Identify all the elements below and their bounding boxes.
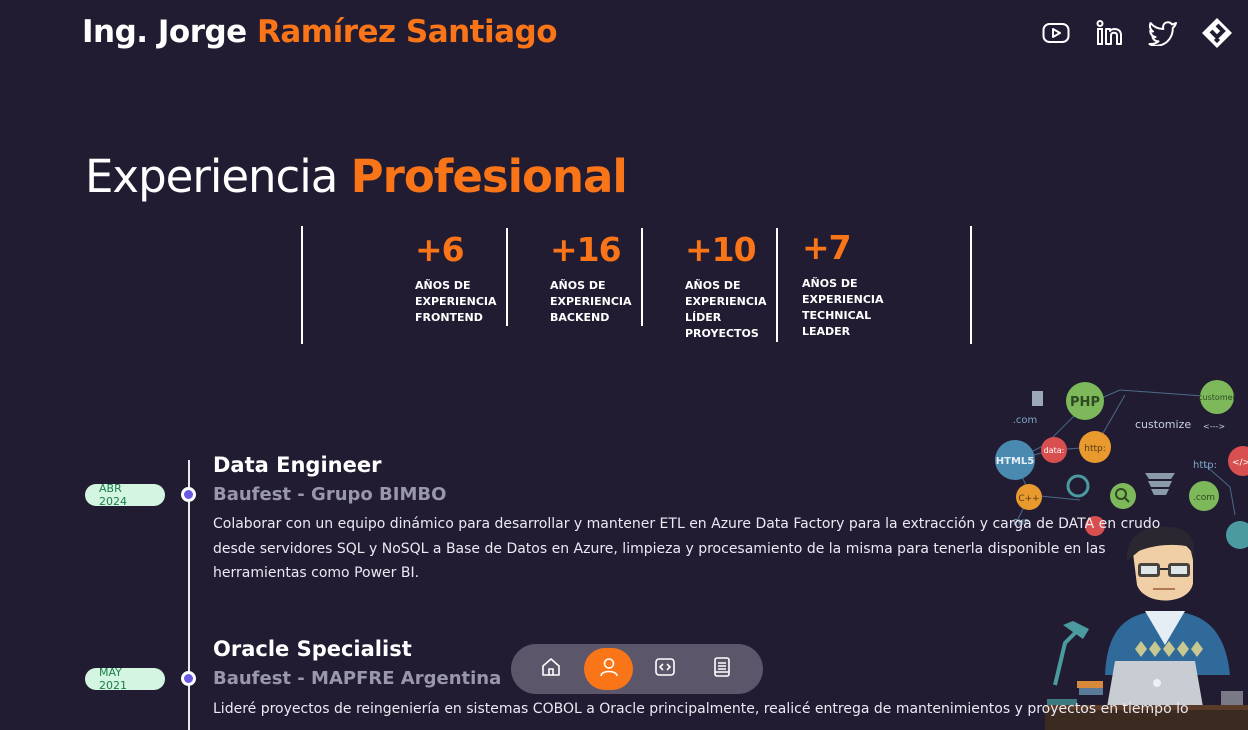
platzi-icon[interactable]: [1200, 16, 1234, 50]
code-icon: [654, 656, 676, 682]
stat-label-line: AÑOS DE: [802, 277, 858, 290]
stat-value: +7: [802, 228, 852, 267]
brand-last-name: Ramírez Santiago: [257, 14, 558, 50]
stat-label-line: PROYECTOS: [685, 327, 759, 340]
stat-label: AÑOS DE EXPERIENCIA BACKEND: [550, 278, 632, 326]
stat-value: +10: [685, 230, 757, 269]
site-brand[interactable]: Ing. Jorge Ramírez Santiago: [82, 14, 558, 50]
stats-divider: [641, 228, 643, 326]
youtube-icon[interactable]: [1039, 16, 1073, 50]
title-plain: Experiencia: [85, 150, 351, 203]
search-bubble: [1110, 483, 1136, 509]
bubble-label: C++: [1018, 494, 1039, 504]
stats-divider: [506, 228, 508, 326]
stat-label: AÑOS DE EXPERIENCIA FRONTEND: [415, 278, 497, 326]
bubble-label: <--->: [1203, 422, 1225, 431]
nav-blog-button[interactable]: [702, 649, 742, 689]
stat-label-line: LÍDER: [685, 311, 722, 324]
timeline-dot: [181, 671, 196, 686]
stat-label-line: EXPERIENCIA: [415, 295, 497, 308]
bubble-label: customer: [1198, 393, 1236, 402]
stat-label-line: AÑOS DE: [685, 279, 741, 292]
bubble-label: </>: [1232, 458, 1248, 468]
twitter-icon[interactable]: [1146, 16, 1180, 50]
stat-label-line: AÑOS DE: [550, 279, 606, 292]
stats-divider: [301, 226, 303, 344]
job-title: Oracle Specialist: [213, 637, 412, 661]
nav-projects-button[interactable]: [645, 649, 685, 689]
stat-technical-leader: +7 AÑOS DE EXPERIENCIA TECHNICAL LEADER: [802, 228, 884, 340]
bubble-label: customize: [1135, 418, 1191, 431]
bubble-label: HTML5: [996, 456, 1035, 467]
job-date-badge: MAY 2021: [85, 666, 165, 692]
job-date-badge: ABR 2024: [85, 482, 165, 508]
ring-bubble: [1066, 474, 1090, 498]
bubble-label: http:: [1084, 444, 1106, 454]
book-icon: [711, 656, 733, 682]
home-icon: [540, 656, 562, 682]
job-description: Colaborar con un equipo dinámico para de…: [213, 516, 1161, 581]
stat-project-lead: +10 AÑOS DE EXPERIENCIA LÍDER PROYECTOS: [685, 230, 767, 342]
bubble-label: data:: [1044, 446, 1065, 455]
job-description: Lideré proyectos de reingeniería en sist…: [213, 701, 1189, 717]
nav-home-button[interactable]: [531, 649, 571, 689]
stat-label-line: EXPERIENCIA: [685, 295, 767, 308]
stat-label-line: FRONTEND: [415, 311, 483, 324]
stat-label-line: EXPERIENCIA: [550, 295, 632, 308]
stats-divider: [970, 226, 972, 344]
bubble-label: PHP: [1070, 395, 1100, 410]
brand-first-name: Ing. Jorge: [82, 14, 257, 50]
site-header: Ing. Jorge Ramírez Santiago: [0, 0, 1248, 70]
stat-backend: +16 AÑOS DE EXPERIENCIA BACKEND: [550, 230, 632, 326]
bottom-dock-nav: [511, 644, 763, 694]
page-title: Experiencia Profesional: [85, 150, 628, 203]
stat-label-line: EXPERIENCIA: [802, 293, 884, 306]
job-company: Baufest - MAPFRE Argentina: [213, 668, 502, 689]
bubble-label: .com: [1193, 493, 1215, 503]
stat-label-line: AÑOS DE: [415, 279, 471, 292]
title-accent: Profesional: [350, 150, 628, 203]
stats-divider: [776, 228, 778, 342]
timeline-dot: [181, 487, 196, 502]
bubble-label: http:: [1193, 460, 1217, 471]
linkedin-icon[interactable]: [1093, 16, 1127, 50]
stat-value: +16: [550, 230, 622, 269]
stat-label-line: LEADER: [802, 325, 851, 338]
job-title: Data Engineer: [213, 453, 382, 477]
stat-label-line: TECHNICAL: [802, 309, 872, 322]
stat-label-line: BACKEND: [550, 311, 610, 324]
bubble-label: .com: [1013, 415, 1038, 426]
stat-value: +6: [415, 230, 465, 269]
stat-frontend: +6 AÑOS DE EXPERIENCIA FRONTEND: [415, 230, 497, 326]
user-icon: [598, 656, 620, 682]
job-company: Baufest - Grupo BIMBO: [213, 484, 447, 505]
stat-label: AÑOS DE EXPERIENCIA LÍDER PROYECTOS: [685, 278, 767, 342]
experience-stats: +6 AÑOS DE EXPERIENCIA FRONTEND +16 AÑOS…: [0, 226, 1248, 346]
nav-about-button[interactable]: [584, 648, 633, 690]
stat-label: AÑOS DE EXPERIENCIA TECHNICAL LEADER: [802, 276, 884, 340]
